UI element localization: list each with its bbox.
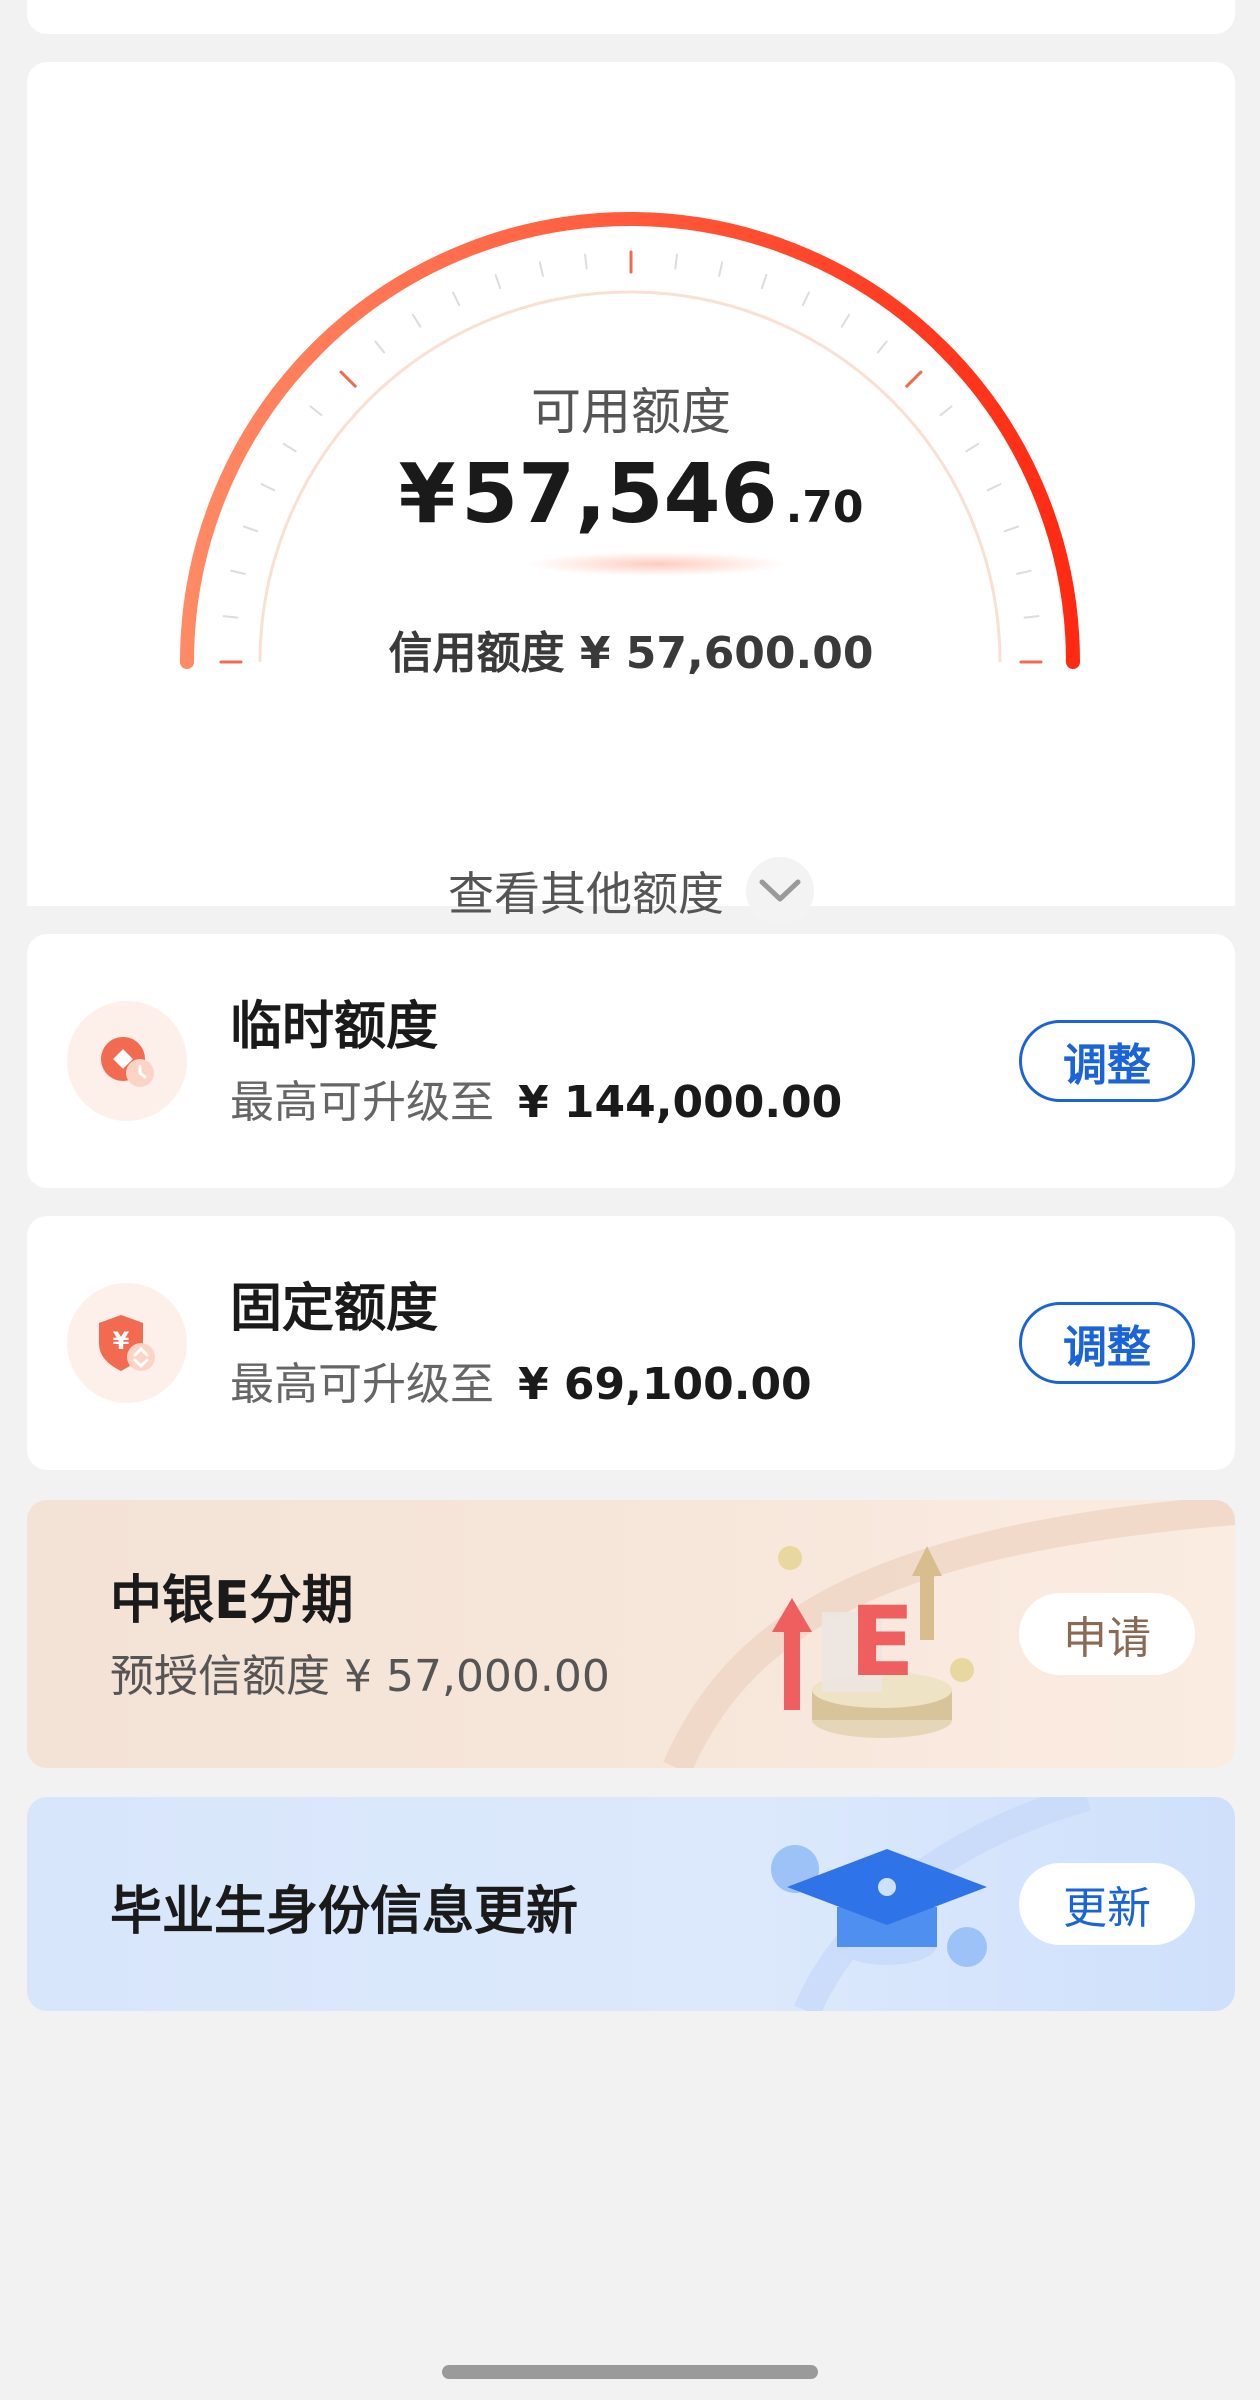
view-other-quota[interactable]: 查看其他额度 [27, 857, 1235, 925]
gauge-tick [801, 291, 810, 307]
temp-quota-prefix: 最高可升级至 [230, 1077, 494, 1128]
amount-integer: 57,546 [461, 447, 778, 542]
amount-decimal: .70 [785, 482, 864, 533]
installment-title: 中银E分期 [110, 1571, 354, 1631]
svg-text:¥: ¥ [113, 1327, 130, 1355]
previous-card [27, 0, 1235, 34]
currency-symbol: ¥ [398, 447, 456, 542]
shield-yuan-icon: ¥ [67, 1283, 187, 1403]
gauge-tick [760, 274, 768, 290]
fixed-quota-prefix: 最高可升级至 [230, 1359, 494, 1410]
gauge-tick [230, 569, 246, 575]
adjust-temp-quota-button[interactable]: 调整 [1019, 1020, 1195, 1102]
gauge-tick [374, 340, 386, 354]
gauge-tick [452, 291, 461, 307]
installment-promo-card[interactable]: 中银E分期 预授信额度 ¥ 57,000.00 E 申请 [27, 1500, 1235, 1768]
chevron-down-icon[interactable] [746, 857, 814, 925]
graduation-cap-illustration [771, 1845, 987, 1967]
gauge-tick [876, 340, 888, 354]
e-installment-illustration: E [772, 1546, 974, 1738]
gauge-tick [411, 313, 422, 328]
gauge-tick [538, 261, 544, 277]
temp-quota-title: 临时额度 [230, 997, 439, 1057]
svg-text:E: E [849, 1586, 915, 1698]
gauge-tick [584, 253, 588, 270]
home-indicator [442, 2365, 818, 2379]
gauge-tick [840, 313, 851, 328]
credit-line: 信用额度 ¥ 57,600.00 [388, 628, 874, 679]
available-quota-card: 可用额度 ¥ 57,546.70 信用额度 ¥ 57,600.00 查看其他额度 [27, 62, 1235, 925]
temp-quota-subtitle: 最高可升级至 ¥ 144,000.00 [230, 1066, 842, 1130]
available-quota-amount: ¥ 57,546.70 [27, 447, 1235, 542]
update-graduate-button[interactable]: 更新 [1019, 1863, 1195, 1945]
gauge-tick [718, 261, 724, 277]
gauge-tick [674, 253, 678, 270]
temp-quota-card: 临时额度 最高可升级至 ¥ 144,000.00 调整 [27, 934, 1235, 1188]
apply-installment-button[interactable]: 申请 [1019, 1593, 1195, 1675]
installment-subtitle: 预授信额度 ¥ 57,000.00 [110, 1651, 610, 1702]
temp-quota-max-value: ¥ 144,000.00 [518, 1077, 843, 1128]
fixed-quota-subtitle: 最高可升级至 ¥ 69,100.00 [230, 1348, 812, 1412]
amount-underline-glow [527, 552, 787, 576]
gauge-tick [1016, 569, 1032, 575]
graduate-update-title: 毕业生身份信息更新 [110, 1882, 579, 1942]
gauge-tick [494, 274, 502, 290]
adjust-fixed-quota-button[interactable]: 调整 [1019, 1302, 1195, 1384]
available-quota-label: 可用额度 [531, 383, 731, 441]
fixed-quota-card: ¥ 固定额度 最高可升级至 ¥ 69,100.00 调整 [27, 1216, 1235, 1470]
coin-clock-icon [67, 1001, 187, 1121]
fixed-quota-max-value: ¥ 69,100.00 [518, 1359, 812, 1410]
view-other-quota-label: 查看其他额度 [448, 867, 724, 921]
fixed-quota-title: 固定额度 [230, 1279, 439, 1339]
graduate-update-card[interactable]: 毕业生身份信息更新 更新 [27, 1797, 1235, 2011]
